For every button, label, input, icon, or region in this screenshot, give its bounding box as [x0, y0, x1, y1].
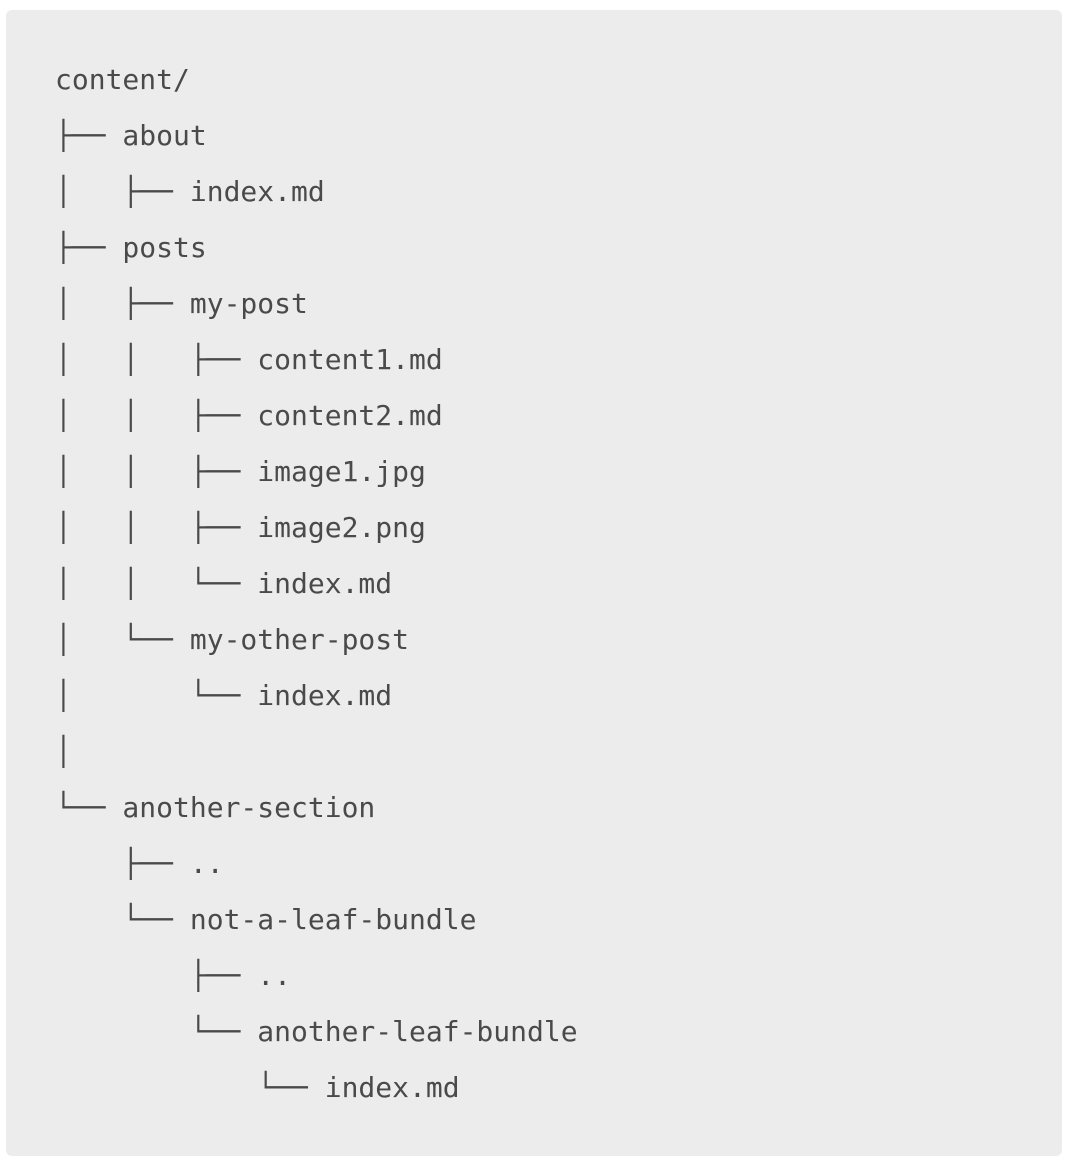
- tree-line-my-other-post: │ └── my-other-post: [55, 623, 410, 656]
- tree-line-my-other-post-index: │ └── index.md: [55, 679, 393, 712]
- tree-line-my-post: │ ├── my-post: [55, 287, 308, 320]
- tree-line-image1: │ │ ├── image1.jpg: [55, 455, 426, 488]
- code-block: content/ ├── about │ ├── index.md ├── po…: [6, 10, 1062, 1156]
- tree-line-posts: ├── posts: [55, 231, 207, 264]
- tree-line-another-leaf-bundle: └── another-leaf-bundle: [55, 1015, 578, 1048]
- tree-line-content2: │ │ ├── content2.md: [55, 399, 443, 432]
- tree-line-not-a-leaf-bundle: └── not-a-leaf-bundle: [55, 903, 477, 936]
- tree-line-my-post-index: │ │ └── index.md: [55, 567, 393, 600]
- tree-line-about: ├── about: [55, 119, 207, 152]
- tree-line-about-index: │ ├── index.md: [55, 175, 325, 208]
- tree-line-ellipsis-1: ├── ..: [55, 847, 224, 880]
- tree-line-leaf-index: └── index.md: [55, 1071, 460, 1104]
- tree-line-content1: │ │ ├── content1.md: [55, 343, 443, 376]
- tree-line-root: content/: [55, 63, 190, 96]
- tree-line-ellipsis-2: ├── ..: [55, 959, 292, 992]
- tree-line-another-section: └── another-section: [55, 791, 376, 824]
- tree-line-image2: │ │ ├── image2.png: [55, 511, 426, 544]
- tree-line-connector: │: [55, 735, 72, 768]
